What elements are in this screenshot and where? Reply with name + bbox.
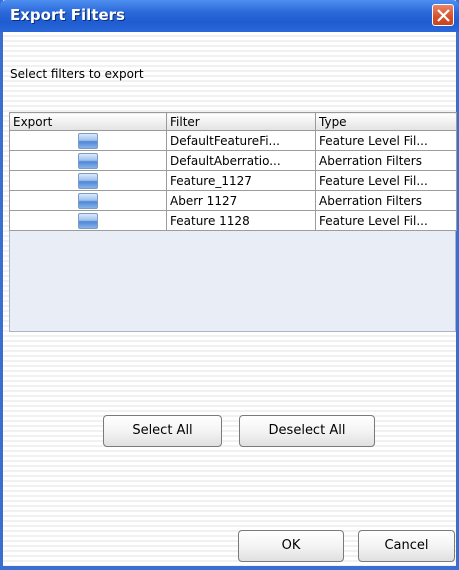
close-button[interactable] bbox=[432, 4, 454, 26]
type-cell: Aberration Filters bbox=[315, 190, 457, 211]
table-row[interactable]: Feature_1127 Feature Level Fil... bbox=[9, 170, 457, 191]
select-all-button[interactable]: Select All bbox=[103, 415, 222, 447]
ok-button[interactable]: OK bbox=[238, 530, 344, 562]
filter-cell: Feature 1128 bbox=[166, 210, 316, 231]
type-cell: Feature Level Fil... bbox=[315, 210, 457, 231]
export-checkbox[interactable] bbox=[78, 152, 98, 169]
type-cell: Aberration Filters bbox=[315, 150, 457, 171]
export-cell bbox=[9, 210, 167, 231]
filters-table: Export Filter Type DefaultFeatureFi... F… bbox=[9, 112, 457, 332]
table-row[interactable]: Aberr 1127 Aberration Filters bbox=[9, 190, 457, 211]
filter-cell: Aberr 1127 bbox=[166, 190, 316, 211]
filter-cell: DefaultAberratio... bbox=[166, 150, 316, 171]
export-checkbox[interactable] bbox=[78, 212, 98, 229]
column-header-type[interactable]: Type bbox=[315, 112, 457, 131]
deselect-all-button[interactable]: Deselect All bbox=[239, 415, 375, 447]
export-checkbox[interactable] bbox=[78, 192, 98, 209]
column-header-export[interactable]: Export bbox=[9, 112, 167, 131]
window-title: Export Filters bbox=[10, 6, 125, 24]
type-cell: Feature Level Fil... bbox=[315, 170, 457, 191]
filter-cell: Feature_1127 bbox=[166, 170, 316, 191]
export-checkbox[interactable] bbox=[78, 132, 98, 149]
table-row[interactable]: Feature 1128 Feature Level Fil... bbox=[9, 210, 457, 231]
cancel-button[interactable]: Cancel bbox=[358, 530, 455, 562]
title-bar[interactable]: Export Filters bbox=[0, 0, 459, 32]
instruction-label: Select filters to export bbox=[10, 67, 144, 81]
filter-cell: DefaultFeatureFi... bbox=[166, 130, 316, 151]
table-row[interactable]: DefaultFeatureFi... Feature Level Fil... bbox=[9, 130, 457, 151]
export-checkbox[interactable] bbox=[78, 172, 98, 189]
export-cell bbox=[9, 170, 167, 191]
export-cell bbox=[9, 150, 167, 171]
export-cell bbox=[9, 190, 167, 211]
type-cell: Feature Level Fil... bbox=[315, 130, 457, 151]
dialog-content: Select filters to export Export Filter T… bbox=[3, 32, 457, 566]
close-icon bbox=[437, 9, 450, 22]
export-filters-dialog: Export Filters Select filters to export … bbox=[0, 0, 459, 570]
table-header-row: Export Filter Type bbox=[9, 112, 457, 131]
column-header-filter[interactable]: Filter bbox=[166, 112, 316, 131]
table-row[interactable]: DefaultAberratio... Aberration Filters bbox=[9, 150, 457, 171]
export-cell bbox=[9, 130, 167, 151]
